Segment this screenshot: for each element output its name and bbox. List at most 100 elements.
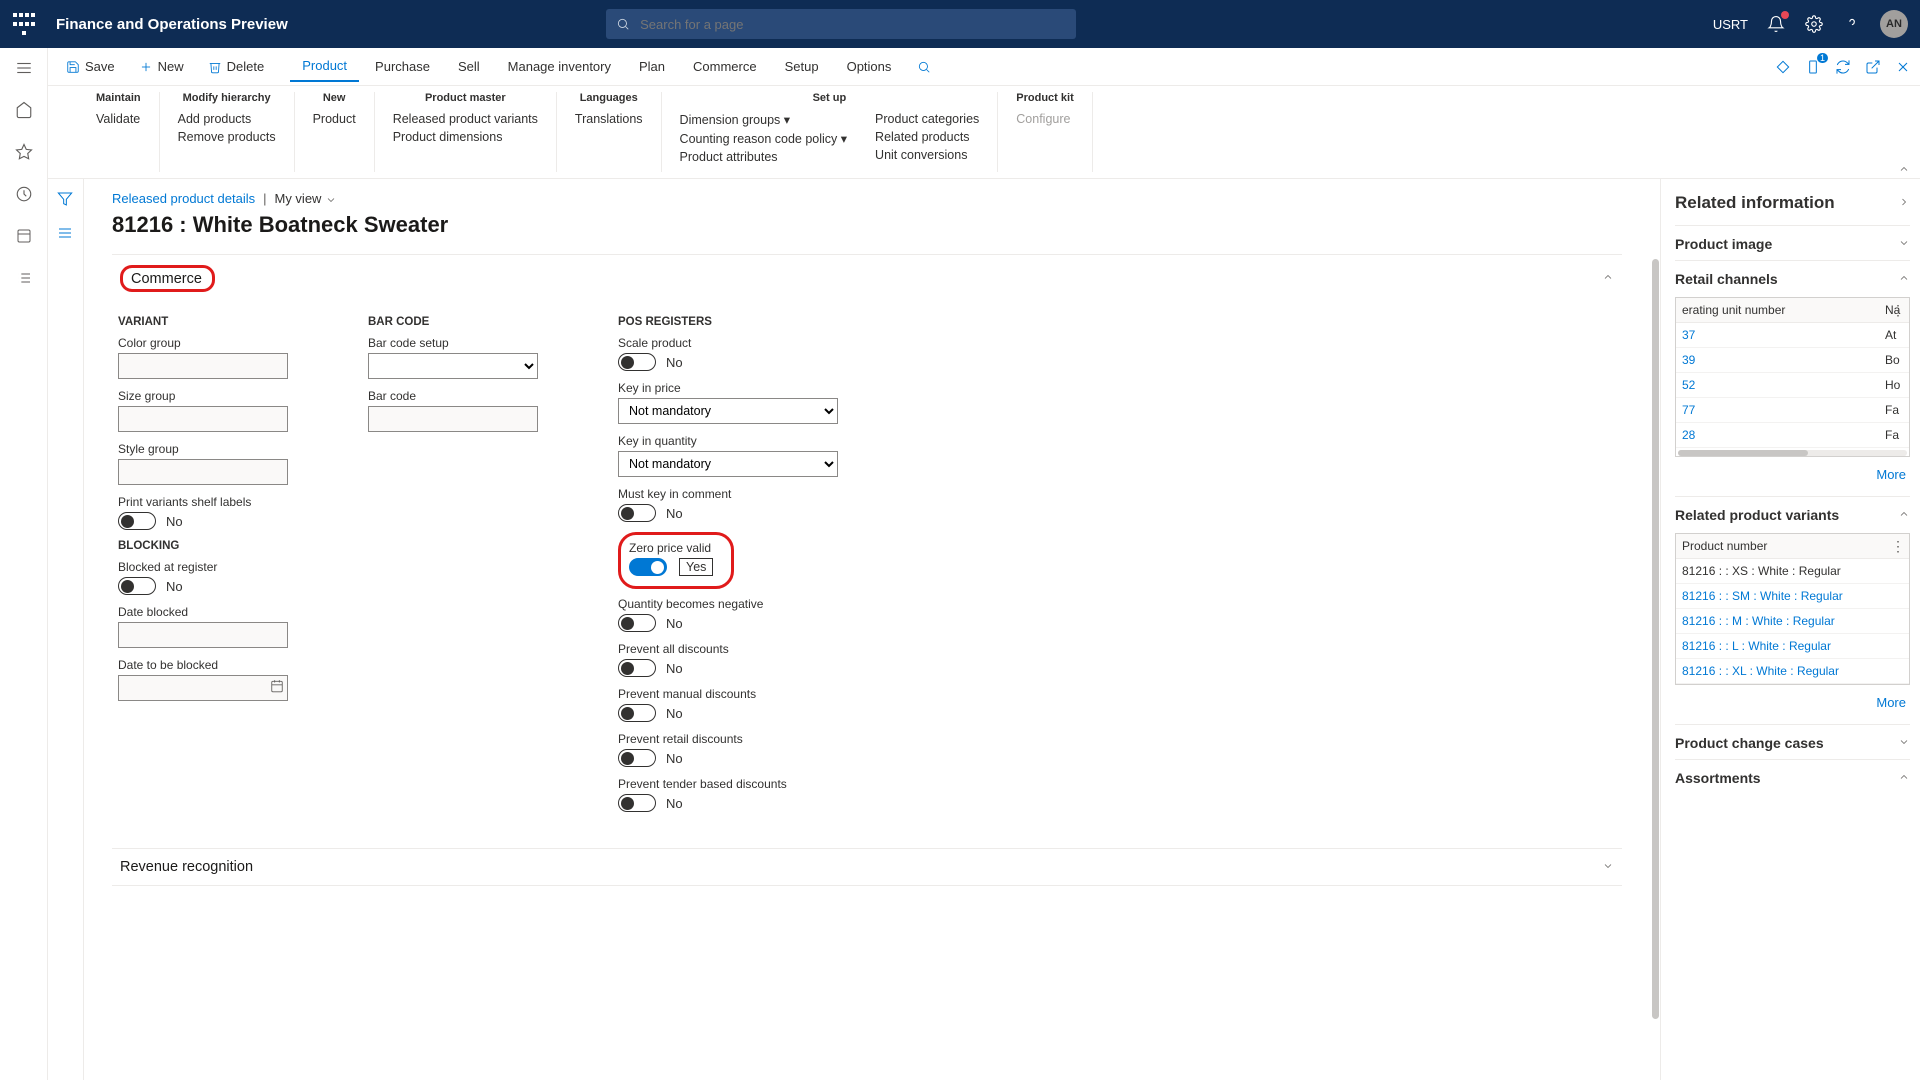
ribbon-link[interactable]: Related products xyxy=(875,128,979,146)
grid-link[interactable]: 77 xyxy=(1676,398,1879,422)
grid-link[interactable]: 39 xyxy=(1676,348,1879,372)
qty-neg-toggle[interactable] xyxy=(618,614,656,632)
grid-options-icon[interactable]: ⋮ xyxy=(1891,302,1905,319)
close-icon[interactable] xyxy=(1894,58,1912,76)
diamond-icon[interactable] xyxy=(1774,58,1792,76)
user-avatar[interactable]: AN xyxy=(1880,10,1908,38)
print-variants-toggle[interactable] xyxy=(118,512,156,530)
home-icon[interactable] xyxy=(14,100,34,120)
popout-icon[interactable] xyxy=(1864,58,1882,76)
modules-icon[interactable] xyxy=(14,268,34,288)
ribbon-link[interactable]: Product dimensions xyxy=(393,128,538,146)
help-icon[interactable] xyxy=(1842,14,1862,34)
grid-link[interactable]: 81216 : : XL : White : Regular xyxy=(1676,659,1909,683)
recent-icon[interactable] xyxy=(14,184,34,204)
grid-link[interactable]: 37 xyxy=(1676,323,1879,347)
grid-hscrollbar[interactable] xyxy=(1678,450,1907,456)
tab-sell[interactable]: Sell xyxy=(446,52,492,81)
ribbon-link[interactable]: Counting reason code policy ▾ xyxy=(680,129,848,148)
new-button[interactable]: New xyxy=(129,54,194,79)
ribbon-link[interactable]: Released product variants xyxy=(393,110,538,128)
tab-manage-inventory[interactable]: Manage inventory xyxy=(496,52,623,81)
workspaces-icon[interactable] xyxy=(14,226,34,246)
scale-product-toggle[interactable] xyxy=(618,353,656,371)
ribbon-collapse-icon[interactable] xyxy=(1898,163,1910,178)
tab-setup[interactable]: Setup xyxy=(773,52,831,81)
global-search[interactable] xyxy=(606,9,1076,39)
grid-link[interactable]: 28 xyxy=(1676,423,1879,447)
date-tobe-input[interactable] xyxy=(118,675,288,701)
chevron-right-icon[interactable] xyxy=(1898,193,1910,213)
grid-options-icon[interactable]: ⋮ xyxy=(1891,538,1905,555)
prevent-manual-toggle[interactable] xyxy=(618,704,656,722)
chevron-up-icon xyxy=(1602,271,1614,286)
style-group-input[interactable] xyxy=(118,459,288,485)
annotation-highlight: Zero price valid Yes xyxy=(618,532,734,589)
ribbon-group-master: Product master Released product variants… xyxy=(375,92,557,172)
breadcrumb-link[interactable]: Released product details xyxy=(112,191,255,206)
rp-assortments[interactable]: Assortments xyxy=(1675,770,1910,786)
settings-icon[interactable] xyxy=(1804,14,1824,34)
action-pane: Save New Delete Product Purchase Sell Ma… xyxy=(48,48,1920,86)
tab-purchase[interactable]: Purchase xyxy=(363,52,442,81)
size-group-input[interactable] xyxy=(118,406,288,432)
ribbon-link[interactable]: Product categories xyxy=(875,110,979,128)
barcode-input[interactable] xyxy=(368,406,538,432)
grid-link[interactable]: 52 xyxy=(1676,373,1879,397)
ribbon-group-modify: Modify hierarchy Add products Remove pro… xyxy=(160,92,295,172)
search-input[interactable] xyxy=(638,16,1066,33)
rp-retail-channels[interactable]: Retail channels xyxy=(1675,271,1910,287)
ribbon-link[interactable]: Add products xyxy=(178,110,276,128)
ribbon-link[interactable]: Product attributes xyxy=(680,148,848,166)
save-button[interactable]: Save xyxy=(56,54,125,79)
grid-link[interactable]: 81216 : : SM : White : Regular xyxy=(1676,584,1909,608)
view-selector[interactable]: My view xyxy=(274,191,337,206)
tab-product[interactable]: Product xyxy=(290,51,359,82)
ribbon-link[interactable]: Translations xyxy=(575,110,643,128)
prevent-all-toggle[interactable] xyxy=(618,659,656,677)
ribbon-link[interactable]: Product xyxy=(313,110,356,128)
color-group-input[interactable] xyxy=(118,353,288,379)
rp-product-change[interactable]: Product change cases xyxy=(1675,735,1910,751)
app-launcher-icon[interactable] xyxy=(12,12,36,36)
fasttab-header[interactable]: Revenue recognition xyxy=(112,849,1622,885)
key-qty-select[interactable]: Not mandatory xyxy=(618,451,838,477)
attach-icon[interactable]: 1 xyxy=(1804,58,1822,76)
favorites-icon[interactable] xyxy=(14,142,34,162)
notifications-icon[interactable] xyxy=(1766,14,1786,34)
grid-link[interactable]: 81216 : : L : White : Regular xyxy=(1676,634,1909,658)
filter-icon[interactable] xyxy=(57,191,75,209)
tab-commerce[interactable]: Commerce xyxy=(681,52,769,81)
blocked-register-toggle[interactable] xyxy=(118,577,156,595)
company-selector[interactable]: USRT xyxy=(1713,17,1748,32)
must-key-toggle[interactable] xyxy=(618,504,656,522)
tab-plan[interactable]: Plan xyxy=(627,52,677,81)
prevent-retail-toggle[interactable] xyxy=(618,749,656,767)
delete-button[interactable]: Delete xyxy=(198,54,275,79)
ribbon-link[interactable]: Unit conversions xyxy=(875,146,979,164)
fasttab-commerce: Commerce VARIANT Color group Size group … xyxy=(112,254,1622,849)
zero-price-value: Yes xyxy=(679,558,713,576)
col-pos: POS REGISTERS Scale product No Key in pr… xyxy=(618,312,858,822)
key-price-select[interactable]: Not mandatory xyxy=(618,398,838,424)
calendar-icon[interactable] xyxy=(270,679,284,696)
fasttab-header[interactable]: Commerce xyxy=(112,255,1622,302)
action-search-icon[interactable] xyxy=(907,55,941,79)
date-blocked-input[interactable] xyxy=(118,622,288,648)
rp-product-image[interactable]: Product image xyxy=(1675,236,1910,252)
ribbon-link[interactable]: Remove products xyxy=(178,128,276,146)
more-link[interactable]: More xyxy=(1675,467,1906,482)
barcode-setup-select[interactable] xyxy=(368,353,538,379)
grid-link[interactable]: 81216 : : M : White : Regular xyxy=(1676,609,1909,633)
rp-related-variants[interactable]: Related product variants xyxy=(1675,507,1910,523)
prevent-tender-toggle[interactable] xyxy=(618,794,656,812)
ribbon-link[interactable]: Validate xyxy=(96,110,141,128)
zero-price-toggle[interactable] xyxy=(629,558,667,576)
more-link[interactable]: More xyxy=(1675,695,1906,710)
lines-icon[interactable] xyxy=(57,225,75,243)
ribbon-link[interactable]: Dimension groups ▾ xyxy=(680,110,848,129)
content-scrollbar[interactable] xyxy=(1650,179,1660,1080)
tab-options[interactable]: Options xyxy=(835,52,904,81)
refresh-icon[interactable] xyxy=(1834,58,1852,76)
hamburger-icon[interactable] xyxy=(14,58,34,78)
